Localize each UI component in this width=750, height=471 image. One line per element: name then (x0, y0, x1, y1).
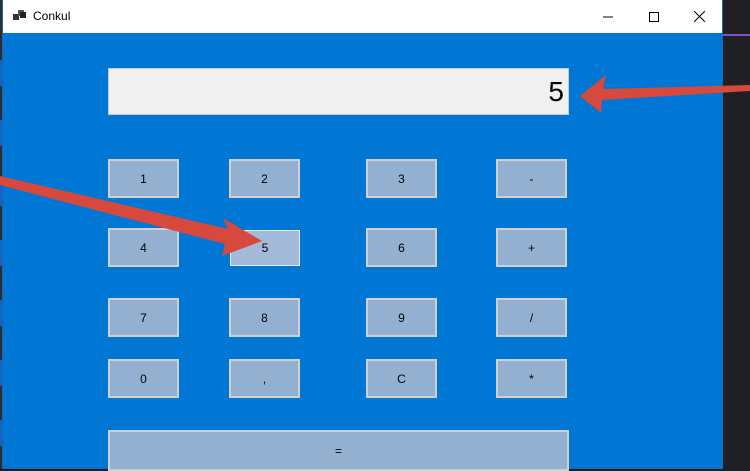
close-icon (693, 11, 705, 22)
key-4[interactable]: 4 (108, 228, 179, 267)
key-comma[interactable]: , (229, 359, 300, 398)
key-1[interactable]: 1 (108, 159, 179, 198)
key-9[interactable]: 9 (366, 298, 437, 337)
result-display[interactable]: 5 (108, 68, 569, 115)
key-7[interactable]: 7 (108, 298, 179, 337)
key-2[interactable]: 2 (229, 159, 300, 198)
key-3[interactable]: 3 (366, 159, 437, 198)
key-clear[interactable]: C (366, 359, 437, 398)
key-minus[interactable]: - (496, 159, 567, 198)
display-value: 5 (548, 76, 564, 107)
key-divide[interactable]: / (496, 298, 567, 337)
background-accent-line (722, 34, 750, 36)
app-icon (13, 10, 26, 20)
title-bar[interactable]: Conkul (3, 0, 722, 33)
maximize-button[interactable] (631, 0, 677, 33)
close-button[interactable] (676, 0, 722, 33)
key-plus[interactable]: + (496, 228, 567, 267)
key-equals[interactable]: = (108, 430, 569, 471)
key-8[interactable]: 8 (229, 298, 300, 337)
background-right (722, 0, 750, 468)
key-6[interactable]: 6 (366, 228, 437, 267)
maximize-icon (649, 11, 659, 22)
key-multiply[interactable]: * (496, 359, 567, 398)
minimize-button[interactable] (585, 0, 631, 33)
window-title: Conkul (33, 9, 71, 23)
key-0[interactable]: 0 (108, 359, 179, 398)
key-5[interactable]: 5 (230, 230, 300, 266)
calculator-window: Conkul 5 1 2 3 - 4 5 6 + 7 8 9 / 0 , C *… (3, 0, 722, 471)
minimize-icon (603, 16, 613, 17)
